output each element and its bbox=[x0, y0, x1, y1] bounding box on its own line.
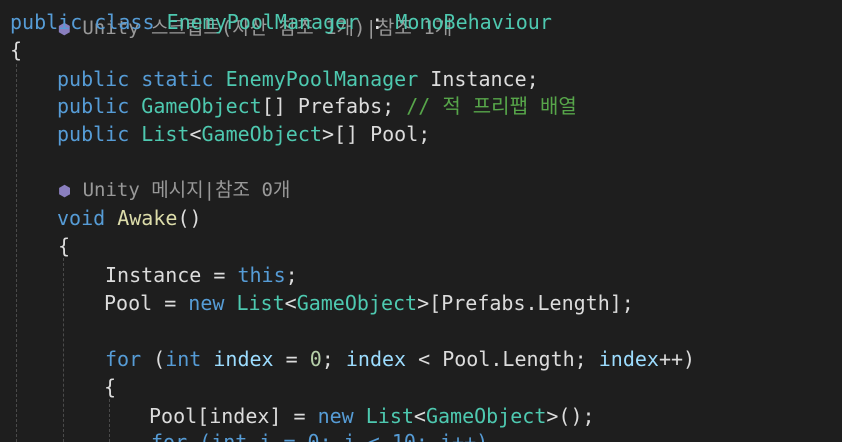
identifier: Pool bbox=[104, 291, 153, 315]
keyword-new: new bbox=[188, 291, 225, 315]
code-line-assign-instance[interactable]: Instance = this; bbox=[105, 261, 298, 289]
code-line-awake-declaration[interactable]: void Awake() bbox=[57, 204, 202, 232]
keyword-public: public bbox=[57, 122, 130, 146]
expression: >[Prefabs.Length]; bbox=[417, 291, 634, 315]
field-name: [] Prefabs; bbox=[261, 94, 395, 118]
generic-open: < bbox=[189, 122, 202, 146]
indent-guide-for bbox=[109, 399, 110, 442]
type-name: GameObject bbox=[201, 122, 322, 146]
generic-open: < bbox=[284, 291, 297, 315]
semicolon: ; bbox=[321, 347, 346, 371]
type-name: List bbox=[236, 291, 285, 315]
field-name: >[] Pool; bbox=[321, 122, 431, 146]
type-name: GameObject bbox=[425, 404, 547, 428]
brace-open: { bbox=[10, 38, 23, 62]
code-line-class-brace[interactable]: { bbox=[10, 36, 22, 64]
keyword-this: this bbox=[237, 263, 286, 287]
operator-assign: = bbox=[273, 347, 310, 371]
unity-icon: ⬢ bbox=[58, 182, 72, 200]
field-name: Instance; bbox=[430, 67, 539, 91]
indent-guide-awake bbox=[63, 258, 64, 442]
type-name: List bbox=[365, 404, 414, 428]
number-literal: 0 bbox=[309, 347, 322, 371]
identifier: Pool[index] bbox=[149, 404, 282, 428]
colon: : bbox=[371, 10, 384, 34]
brace-open: { bbox=[58, 234, 71, 258]
operator-assign: = bbox=[201, 263, 238, 287]
semicolon: ; bbox=[285, 263, 298, 287]
keyword-new: new bbox=[317, 404, 354, 428]
expression: >(); bbox=[546, 404, 595, 428]
variable-index: index bbox=[213, 347, 274, 371]
keyword-class: class bbox=[94, 10, 155, 34]
code-line-field-prefabs[interactable]: public GameObject[] Prefabs; // 적 프리팹 배열 bbox=[57, 92, 577, 120]
paren-open: ( bbox=[141, 347, 166, 371]
keyword-public: public bbox=[57, 94, 130, 118]
parentheses: () bbox=[177, 206, 202, 230]
keyword-void: void bbox=[57, 206, 106, 230]
code-line-class-declaration[interactable]: public class EnemyPoolManager : MonoBeha… bbox=[10, 8, 552, 36]
identifier: Instance bbox=[105, 263, 202, 287]
condition: < Pool.Length; bbox=[406, 347, 599, 371]
code-line-inner-for-loop[interactable]: for (int i = 0; i < 10; i++) bbox=[151, 428, 488, 442]
brace-open: { bbox=[104, 375, 117, 399]
class-name: EnemyPoolManager bbox=[166, 10, 360, 34]
variable-index: index bbox=[345, 347, 407, 371]
code-line-field-instance[interactable]: public static EnemyPoolManager Instance; bbox=[57, 65, 539, 93]
method-name: Awake bbox=[117, 206, 178, 230]
type-name: GameObject bbox=[296, 291, 418, 315]
variable-index: index bbox=[598, 347, 659, 371]
codelens-awake[interactable]: ⬢ Unity 메시지|참조 0개 bbox=[58, 176, 290, 204]
code-line-field-pool[interactable]: public List<GameObject>[] Pool; bbox=[57, 120, 430, 148]
code-line-pool-index-assign[interactable]: Pool[index] = new List<GameObject>(); bbox=[149, 402, 595, 430]
base-class: MonoBehaviour bbox=[395, 10, 552, 34]
code-comment: // 적 프리팹 배열 bbox=[406, 94, 577, 118]
type-name: List bbox=[141, 122, 190, 146]
keyword-static: static bbox=[141, 67, 214, 91]
code-editor[interactable]: ⬢ Unity 스크립트(자산 참조 1개)|참조 1개 public clas… bbox=[0, 0, 842, 442]
code-line-for-brace[interactable]: { bbox=[104, 373, 116, 401]
codelens-awake-text: Unity 메시지|참조 0개 bbox=[82, 179, 291, 201]
keyword-public: public bbox=[10, 10, 83, 34]
keyword-int: int bbox=[165, 347, 202, 371]
inner-for-statement: for (int i = 0; i < 10; i++) bbox=[151, 430, 489, 442]
indent-guide-class bbox=[16, 64, 17, 442]
type-name: GameObject bbox=[141, 94, 262, 118]
operator-assign: = bbox=[152, 291, 189, 315]
code-line-awake-brace[interactable]: { bbox=[58, 232, 70, 260]
keyword-public: public bbox=[57, 67, 130, 91]
generic-open: < bbox=[413, 404, 426, 428]
operator-assign: = bbox=[281, 404, 318, 428]
increment: ++) bbox=[658, 347, 696, 371]
code-line-for-loop[interactable]: for (int index = 0; index < Pool.Length;… bbox=[105, 345, 695, 373]
keyword-for: for bbox=[105, 347, 142, 371]
type-name: EnemyPoolManager bbox=[225, 67, 419, 91]
code-line-assign-pool[interactable]: Pool = new List<GameObject>[Prefabs.Leng… bbox=[104, 289, 634, 317]
